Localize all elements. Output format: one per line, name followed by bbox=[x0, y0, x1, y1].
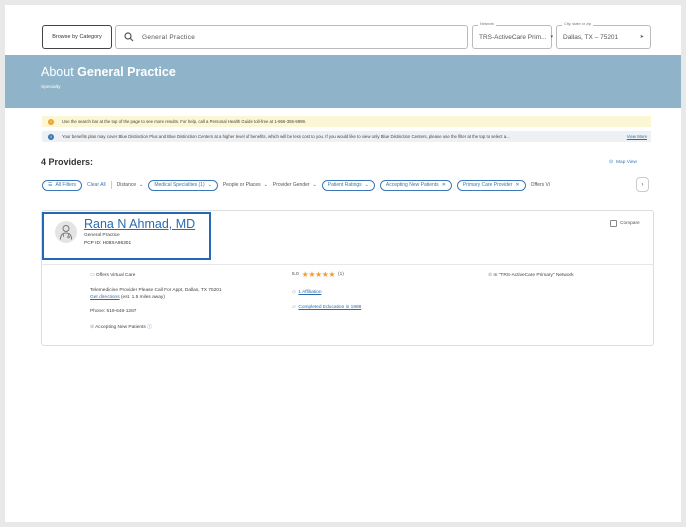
chevron-down-icon: ▾ bbox=[550, 34, 554, 40]
patient-ratings-filter[interactable]: Patient Ratings ⌄ bbox=[321, 179, 375, 191]
divider bbox=[110, 181, 112, 189]
provider-phone: Phone: 619-648-1287 bbox=[90, 309, 137, 314]
offers-virtual-filter[interactable]: Offers Vi bbox=[531, 182, 550, 188]
check-circle-icon: ⊘ bbox=[90, 325, 95, 330]
virtual-care-row: ▭ Offers Virtual Care bbox=[90, 273, 136, 278]
network-value: TRS-ActiveCare Prim... bbox=[479, 33, 547, 41]
banner-subtitle: Specialty bbox=[41, 85, 61, 90]
accepting-new-patients-filter[interactable]: Accepting New Patients ✕ bbox=[379, 179, 452, 191]
doctor-avatar-icon bbox=[55, 221, 77, 243]
view-more-link[interactable]: View More bbox=[627, 134, 647, 139]
provider-pcp-id: PCP ID: H08XA95301 bbox=[84, 241, 132, 246]
chevron-down-icon: ⌄ bbox=[263, 182, 268, 188]
network-select[interactable]: Network TRS-ActiveCare Prim... ▾ bbox=[472, 22, 554, 49]
search-query: General Practice bbox=[142, 33, 196, 41]
sliders-icon: ☰ bbox=[48, 182, 53, 188]
search-input[interactable]: General Practice bbox=[115, 25, 468, 49]
affiliation-link[interactable]: 1 Affiliation bbox=[298, 290, 321, 295]
benefits-notice-text: Your benefits plan may cover Blue Distin… bbox=[62, 134, 510, 139]
city-value: Dallas, TX – 75201 bbox=[563, 33, 619, 41]
get-directions-link[interactable]: Get directions bbox=[90, 295, 120, 300]
video-icon: ▭ bbox=[90, 273, 95, 278]
chevron-down-icon: ⌄ bbox=[207, 182, 212, 188]
chevron-down-icon: ⌄ bbox=[312, 182, 317, 188]
clear-all-button[interactable]: Clear All bbox=[87, 182, 106, 188]
compare-label: Compare bbox=[620, 221, 640, 226]
provider-gender-filter[interactable]: Provider Gender ⌄ bbox=[273, 182, 317, 188]
search-icon bbox=[124, 32, 134, 42]
location-arrow-icon[interactable]: ➤ bbox=[640, 34, 644, 40]
specialty-banner: About General Practice Specialty bbox=[5, 55, 681, 108]
map-view-label: Map View bbox=[616, 160, 638, 165]
map-view-link[interactable]: ⊙ Map View bbox=[609, 160, 637, 165]
page: Browse by Category General Practice Netw… bbox=[5, 5, 681, 522]
star-rating-icon: ★★★★★ bbox=[301, 270, 336, 279]
network-legend: Network bbox=[478, 22, 496, 26]
providers-count-title: 4 Providers: bbox=[41, 157, 94, 167]
info-icon[interactable]: ⓘ bbox=[147, 325, 152, 330]
affiliation-icon: ◇ bbox=[292, 290, 296, 295]
card-divider bbox=[41, 264, 654, 265]
education-row: ▱ Completed Education in 1988 bbox=[292, 305, 361, 310]
chevron-down-icon: ⌄ bbox=[139, 182, 144, 188]
provider-name-link[interactable]: Rana N Ahmad, MD bbox=[84, 217, 195, 231]
network-status-row: ⊘ In "TRS-ActiveCare Primary" Network bbox=[488, 273, 574, 278]
education-link[interactable]: Completed Education in 1988 bbox=[298, 305, 361, 310]
page-title: About General Practice bbox=[41, 65, 176, 79]
close-icon[interactable]: ✕ bbox=[442, 182, 446, 188]
checkbox-icon bbox=[610, 220, 617, 227]
affiliation-row: ◇ 1 Affiliation bbox=[292, 290, 322, 295]
browse-by-category-button[interactable]: Browse by Category bbox=[42, 25, 112, 49]
scroll-filters-right-button[interactable]: › bbox=[636, 177, 649, 192]
rating-value: 5.0 bbox=[292, 272, 299, 277]
distance-filter[interactable]: Distance ⌄ bbox=[117, 182, 144, 188]
help-notice-text: Use the search bar at the top of the pag… bbox=[62, 119, 307, 124]
map-pin-icon: ⊙ bbox=[609, 160, 614, 165]
compare-checkbox[interactable]: Compare bbox=[610, 220, 640, 227]
provider-address: Telemedicine Provider Please Call For Ap… bbox=[90, 288, 222, 293]
close-icon[interactable]: ✕ bbox=[515, 182, 519, 188]
filter-bar: ☰ All Filters Clear All Distance ⌄ Medical… bbox=[42, 179, 654, 191]
chevron-down-icon: ⌄ bbox=[364, 182, 369, 188]
info-icon: i bbox=[48, 133, 54, 140]
medical-specialties-filter[interactable]: Medical Specialties (1) ⌄ bbox=[148, 179, 218, 191]
people-or-places-filter[interactable]: People or Places ⌄ bbox=[223, 182, 268, 188]
check-circle-icon: ⊘ bbox=[488, 273, 493, 278]
accepting-patients-row: ⊘ Accepting New Patients ⓘ bbox=[90, 325, 152, 330]
chevron-right-icon: › bbox=[641, 181, 644, 188]
city-state-zip-input[interactable]: City, state or zip Dallas, TX – 75201 ➤ bbox=[556, 22, 651, 49]
rating-row[interactable]: 5.0 ★★★★★ (1) bbox=[292, 270, 344, 279]
warning-icon: ! bbox=[48, 118, 54, 125]
help-notice: ! Use the search bar at the top of the p… bbox=[42, 116, 651, 127]
graduation-cap-icon: ▱ bbox=[292, 305, 296, 310]
benefits-notice: i Your benefits plan may cover Blue Dist… bbox=[42, 131, 651, 142]
primary-care-provider-filter[interactable]: Primary Care Provider ✕ bbox=[456, 179, 526, 191]
directions-row: Get directions (est. 1.5 miles away) bbox=[90, 295, 165, 300]
all-filters-button[interactable]: ☰ All Filters bbox=[42, 179, 83, 191]
city-legend: City, state or zip bbox=[562, 22, 593, 26]
provider-specialty: General Practice bbox=[84, 233, 120, 238]
rating-count: (1) bbox=[338, 272, 344, 277]
